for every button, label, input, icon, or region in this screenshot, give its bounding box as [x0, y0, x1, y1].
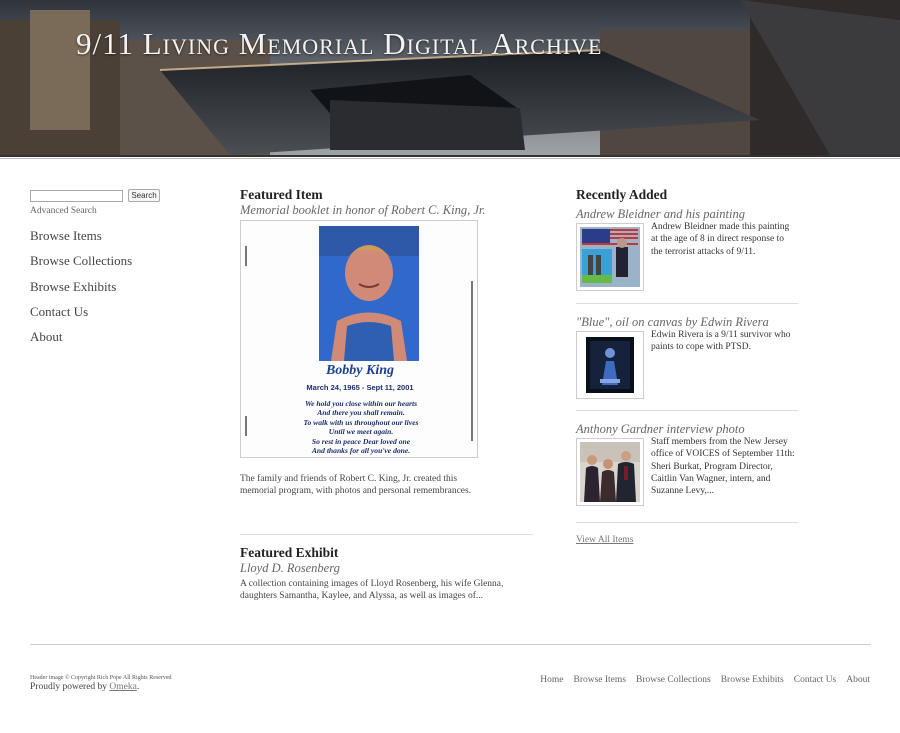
featured-item-title[interactable]: Memorial booklet in honor of Robert C. K…: [240, 203, 485, 218]
recent-item-title[interactable]: "Blue", oil on canvas by Edwin Rivera: [576, 315, 769, 330]
recent-item-title[interactable]: Anthony Gardner interview photo: [576, 422, 745, 437]
header-divider: [0, 155, 900, 157]
memorial-name: Bobby King: [325, 363, 395, 378]
recent-item-description: Edwin Rivera is a 9/11 survivor who pain…: [651, 330, 791, 353]
site-title[interactable]: 9/11 Living Memorial Digital Archive: [76, 26, 603, 62]
nav-browse-collections[interactable]: Browse Collections: [30, 252, 132, 277]
memorial-dates: March 24, 1965 - Sept 11, 2001: [306, 383, 414, 392]
nav-about[interactable]: About: [30, 328, 132, 353]
recent-item-thumbnail[interactable]: [576, 438, 644, 506]
portrait-photo: [319, 226, 419, 361]
view-all-items-link[interactable]: View All Items: [576, 535, 633, 545]
search-button[interactable]: Search: [128, 189, 160, 202]
memorial-poem: We hold you close within our hearts And …: [303, 399, 419, 456]
recent-item-thumbnail[interactable]: [576, 331, 644, 399]
scan-edge-mark: [245, 246, 247, 266]
footer-image-credit: Header image © Copyright Rich Pope All R…: [30, 675, 172, 681]
recently-added-heading: Recently Added: [576, 187, 668, 202]
recent-divider: [576, 410, 798, 411]
nav-contact-us[interactable]: Contact Us: [30, 303, 132, 328]
scan-edge-mark: [245, 416, 247, 436]
header-banner: 9/11 Living Memorial Digital Archive: [0, 0, 900, 155]
recent-divider: [576, 522, 798, 523]
featured-item-image[interactable]: Bobby King March 24, 1965 - Sept 11, 200…: [240, 220, 478, 458]
footer-nav-home[interactable]: Home: [540, 675, 563, 685]
footer-nav-browse-collections[interactable]: Browse Collections: [636, 675, 711, 685]
nav-browse-exhibits[interactable]: Browse Exhibits: [30, 278, 132, 303]
footer-nav-about[interactable]: About: [846, 675, 870, 685]
footer-nav-contact-us[interactable]: Contact Us: [794, 675, 836, 685]
advanced-search-link[interactable]: Advanced Search: [30, 206, 97, 216]
scan-edge-mark: [471, 281, 473, 441]
recent-item-description: Andrew Bleidner made this painting at th…: [651, 222, 790, 257]
recent-item-title[interactable]: Andrew Bleidner and his painting: [576, 207, 745, 222]
footer-nav: Home Browse Items Browse Collections Bro…: [540, 675, 870, 685]
featured-exhibit-title[interactable]: Lloyd D. Rosenberg: [240, 561, 340, 576]
section-divider: [240, 534, 533, 535]
footer-powered-by: Proudly powered by Omeka.: [30, 682, 140, 692]
main-nav: Browse Items Browse Collections Browse E…: [30, 227, 132, 353]
search-input[interactable]: [30, 190, 123, 202]
memorial-pool-image: [0, 0, 900, 155]
nav-browse-items[interactable]: Browse Items: [30, 227, 132, 252]
omeka-link[interactable]: Omeka: [109, 682, 136, 692]
footer-nav-browse-exhibits[interactable]: Browse Exhibits: [721, 675, 784, 685]
recent-divider: [576, 303, 798, 304]
featured-item-heading: Featured Item: [240, 187, 323, 202]
featured-exhibit-description: A collection containing images of Lloyd …: [240, 579, 504, 602]
featured-exhibit-heading: Featured Exhibit: [240, 545, 339, 560]
footer-nav-browse-items[interactable]: Browse Items: [573, 675, 626, 685]
featured-item-description: The family and friends of Robert C. King…: [240, 474, 472, 497]
recent-item-thumbnail[interactable]: [576, 223, 644, 291]
footer-divider: [30, 644, 871, 645]
recent-item-description: Staff members from the New Jersey office…: [651, 437, 795, 497]
header-divider-thin: [0, 158, 900, 159]
